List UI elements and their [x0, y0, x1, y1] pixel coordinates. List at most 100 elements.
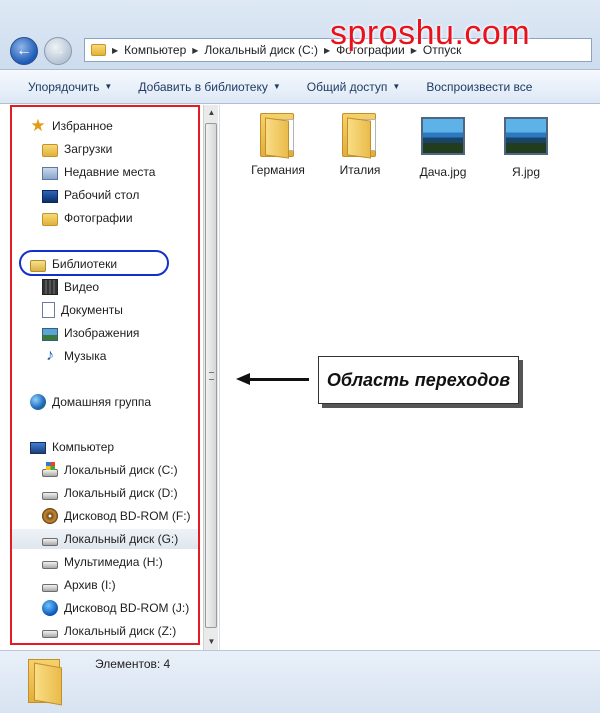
- scroll-up-arrow-icon[interactable]: ▲: [204, 105, 219, 121]
- video-icon: [42, 279, 58, 295]
- item-count: Элементов: 4: [95, 657, 171, 671]
- nav-documents[interactable]: Документы: [42, 300, 123, 320]
- share-label: Общий доступ: [306, 79, 388, 94]
- nav-label: Изображения: [64, 326, 140, 340]
- hard-drive-icon: [42, 560, 58, 569]
- nav-label: Музыка: [64, 349, 107, 363]
- file-name: Я.jpg: [511, 165, 540, 179]
- nav-desktop[interactable]: Рабочий стол: [42, 185, 139, 205]
- nav-label: Локальный диск (G:): [64, 532, 179, 546]
- chevron-down-icon: ▼: [272, 82, 281, 91]
- nav-drive-f[interactable]: Дисковод BD-ROM (F:): [42, 506, 191, 526]
- hard-drive-icon: [42, 629, 58, 638]
- add-to-library-button[interactable]: Добавить в библиотеку ▼: [125, 70, 293, 103]
- organize-button[interactable]: Упорядочить ▼: [0, 70, 125, 103]
- nav-label: Рабочий стол: [64, 188, 140, 202]
- nav-label: Видео: [64, 280, 100, 294]
- nav-label: Локальный диск (C:): [64, 463, 178, 477]
- nav-label: Дисковод BD-ROM (F:): [64, 509, 191, 523]
- nav-photos[interactable]: Фотографии: [42, 208, 133, 228]
- scroll-thumb[interactable]: [205, 123, 217, 628]
- forward-button[interactable]: →: [44, 37, 72, 65]
- chevron-down-icon: ▼: [392, 82, 401, 91]
- play-all-button[interactable]: Воспроизвести все: [413, 70, 545, 103]
- callout-arrow-line: [247, 378, 309, 381]
- nav-drive-j[interactable]: Дисковод BD-ROM (J:): [42, 598, 189, 618]
- folder-icon: [28, 659, 66, 706]
- chevron-right-icon: ▶: [192, 45, 199, 55]
- nav-label: Загрузки: [64, 142, 113, 156]
- recent-places-icon: [42, 166, 58, 180]
- nav-drive-d[interactable]: Локальный диск (D:): [42, 483, 178, 503]
- nav-drive-z[interactable]: Локальный диск (Z:): [42, 621, 176, 641]
- pictures-icon: [42, 327, 58, 341]
- chevron-right-icon: ▶: [112, 45, 119, 55]
- nav-label: Дисковод BD-ROM (J:): [64, 601, 190, 615]
- file-item[interactable]: Германия: [241, 113, 315, 177]
- nav-music[interactable]: ♪ Музыка: [42, 346, 106, 366]
- downloads-folder-icon: [42, 143, 58, 157]
- music-note-icon: ♪: [46, 347, 54, 364]
- nav-scrollbar[interactable]: ▲ ▼: [203, 105, 218, 650]
- hard-drive-icon: [42, 491, 58, 500]
- nav-label: Фотографии: [64, 211, 133, 225]
- play-all-label: Воспроизвести все: [426, 79, 533, 94]
- file-name: Дача.jpg: [419, 165, 467, 179]
- nav-drive-i[interactable]: Архив (I:): [42, 575, 116, 595]
- file-item[interactable]: Я.jpg: [489, 117, 563, 179]
- back-button[interactable]: ←: [10, 37, 38, 65]
- windows-drive-icon: [42, 462, 58, 477]
- star-icon: ★: [30, 116, 46, 135]
- nav-drive-c[interactable]: Локальный диск (C:): [42, 460, 178, 480]
- file-item[interactable]: Италия: [323, 113, 397, 177]
- add-library-label: Добавить в библиотеку: [138, 79, 268, 94]
- nav-drive-h[interactable]: Мультимедиа (H:): [42, 552, 163, 572]
- nav-computer[interactable]: Компьютер: [30, 437, 114, 457]
- bd-disc-icon: [42, 600, 58, 616]
- navigation-pane: ★ Избранное Загрузки Недавние места Рабо…: [0, 105, 220, 650]
- nav-favorites[interactable]: ★ Избранное: [30, 116, 113, 136]
- file-item[interactable]: Дача.jpg: [406, 117, 480, 179]
- folder-icon: [42, 212, 58, 226]
- site-watermark: sproshu.com: [330, 14, 531, 52]
- folder-icon: [340, 113, 380, 159]
- address-bar-area: ← → ▶ Компьютер ▶ Локальный диск (C:) ▶ …: [0, 0, 600, 70]
- computer-icon: [30, 442, 46, 454]
- breadcrumb-drive-c[interactable]: Локальный диск (C:): [204, 43, 318, 57]
- nav-label: Избранное: [52, 119, 113, 133]
- nav-drive-g[interactable]: Локальный диск (G:): [12, 529, 200, 549]
- document-icon: [42, 302, 55, 318]
- breadcrumb-computer[interactable]: Компьютер: [124, 43, 186, 57]
- nav-label: Мультимедиа (H:): [64, 555, 163, 569]
- nav-label: Недавние места: [64, 165, 156, 179]
- nav-downloads[interactable]: Загрузки: [42, 139, 112, 159]
- nav-label: Локальный диск (D:): [64, 486, 178, 500]
- library-icon: [30, 259, 46, 272]
- nav-label: Библиотеки: [52, 257, 118, 271]
- details-pane: Элементов: 4: [0, 650, 600, 713]
- file-name: Германия: [251, 163, 305, 177]
- scroll-down-arrow-icon[interactable]: ▼: [204, 634, 219, 650]
- grip-icon: [209, 372, 214, 380]
- chevron-down-icon: ▼: [104, 82, 113, 91]
- nav-video[interactable]: Видео: [42, 277, 99, 297]
- command-toolbar: Упорядочить ▼ Добавить в библиотеку ▼ Об…: [0, 70, 600, 104]
- nav-label: Локальный диск (Z:): [64, 624, 177, 638]
- nav-images[interactable]: Изображения: [42, 323, 139, 343]
- nav-label: Документы: [61, 303, 123, 317]
- share-button[interactable]: Общий доступ ▼: [294, 70, 414, 103]
- hard-drive-icon: [42, 537, 58, 546]
- folder-icon: [258, 113, 298, 159]
- image-thumbnail-icon: [421, 117, 465, 155]
- hard-drive-icon: [42, 583, 58, 592]
- nav-homegroup[interactable]: Домашняя группа: [30, 392, 151, 412]
- desktop-icon: [42, 189, 58, 203]
- image-thumbnail-icon: [504, 117, 548, 155]
- nav-label: Архив (I:): [64, 578, 116, 592]
- homegroup-icon: [30, 394, 46, 410]
- folder-icon: [91, 44, 106, 56]
- callout-label: Область переходов: [318, 356, 519, 404]
- nav-recent-places[interactable]: Недавние места: [42, 162, 155, 182]
- nav-libraries[interactable]: Библиотеки: [30, 254, 117, 274]
- organize-label: Упорядочить: [28, 79, 100, 94]
